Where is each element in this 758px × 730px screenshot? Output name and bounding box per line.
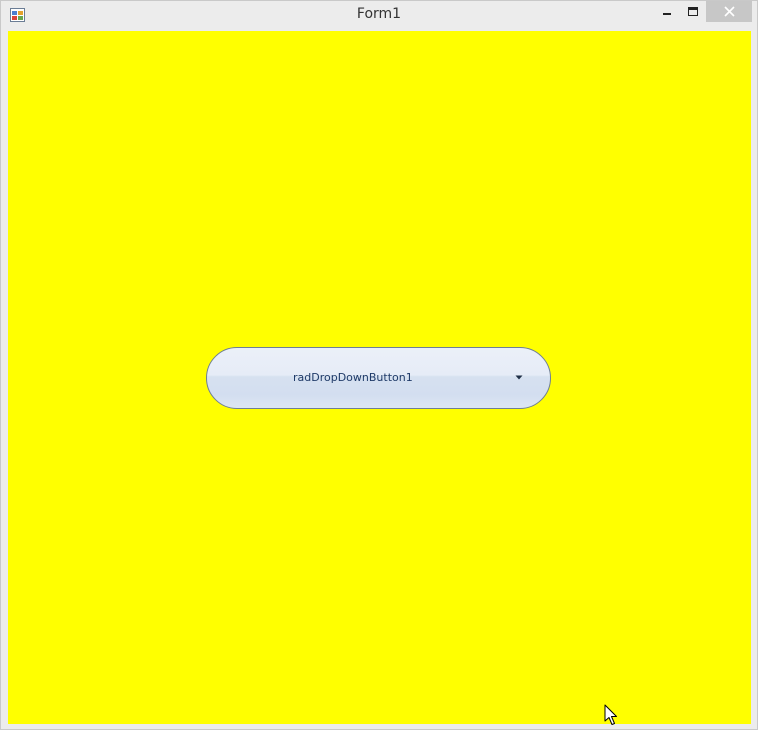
form-window: Form1 radDropDownButton1 bbox=[0, 0, 758, 730]
minimize-button[interactable] bbox=[653, 1, 681, 22]
maximize-icon bbox=[688, 6, 698, 16]
dropdown-button-label: radDropDownButton1 bbox=[293, 371, 413, 384]
window-title: Form1 bbox=[356, 6, 402, 22]
form-client-area: radDropDownButton1 bbox=[8, 31, 751, 724]
mouse-pointer-icon bbox=[604, 704, 617, 725]
dropdown-arrow-icon[interactable] bbox=[515, 375, 523, 380]
title-bar[interactable]: Form1 bbox=[1, 1, 757, 30]
rad-dropdown-button[interactable]: radDropDownButton1 bbox=[206, 347, 551, 409]
maximize-button[interactable] bbox=[680, 1, 706, 22]
close-button[interactable] bbox=[706, 1, 752, 22]
close-icon bbox=[723, 6, 735, 17]
minimize-icon bbox=[663, 12, 671, 15]
